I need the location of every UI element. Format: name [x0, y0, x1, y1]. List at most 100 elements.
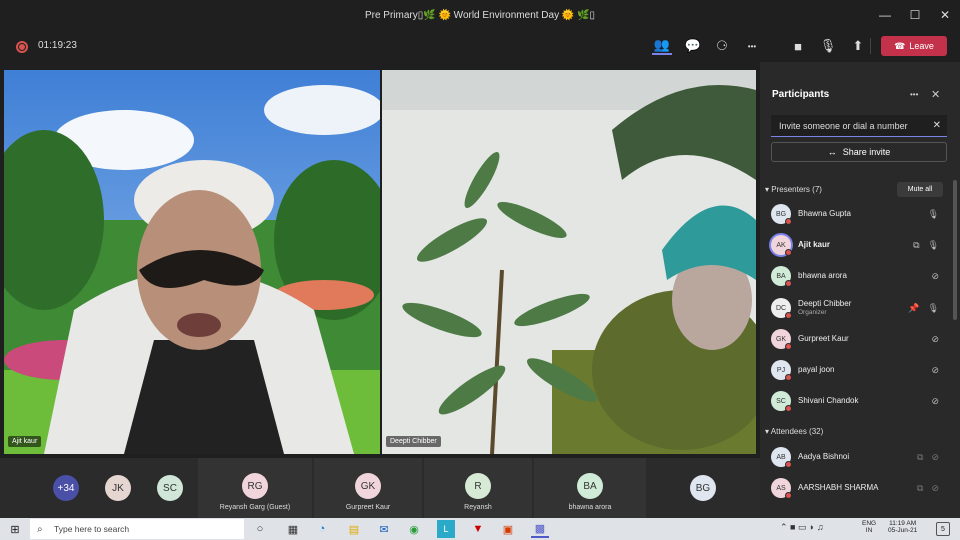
- mail-icon[interactable]: ✉: [375, 520, 393, 538]
- more-actions-icon[interactable]: •••: [742, 37, 762, 55]
- mic-icon: 🎙: [927, 208, 939, 219]
- participant-tile[interactable]: BG: [690, 475, 716, 501]
- task-view-icon[interactable]: ○: [251, 520, 269, 538]
- share-invite-button[interactable]: ↔ Share invite: [771, 142, 947, 162]
- mute-all-button[interactable]: Mute all: [897, 182, 943, 197]
- mic-muted-icon: ⊘: [931, 270, 939, 281]
- participant-tile[interactable]: BA bhawna arora: [534, 458, 646, 518]
- windows-start-icon[interactable]: ⊞: [6, 520, 24, 538]
- participant-role: Organizer: [798, 308, 827, 316]
- avatar: SC: [771, 391, 792, 412]
- video-name-label: Ajit kaur: [8, 436, 42, 447]
- avatar: +34: [53, 475, 79, 501]
- phone-icon: ☎: [894, 40, 906, 51]
- avatar: BG: [771, 204, 792, 225]
- search-placeholder: Type here to search: [54, 524, 130, 534]
- video-scene-plant: [382, 70, 756, 454]
- share-invite-label: Share invite: [842, 147, 891, 157]
- avatar: PJ: [771, 360, 792, 381]
- language-indicator[interactable]: ENG IN: [862, 520, 876, 535]
- participant-row[interactable]: BG Bhawna Gupta 🎙: [771, 201, 951, 227]
- participant-tile[interactable]: SC: [157, 475, 183, 501]
- participant-name: AARSHABH SHARMA: [798, 482, 879, 492]
- participant-name: Gurpreet Kaur: [798, 333, 849, 343]
- store-icon[interactable]: ▦: [284, 520, 302, 538]
- participant-row[interactable]: AB Aadya Bishnoi ⧉ ⊘: [771, 444, 951, 470]
- panel-scrollbar[interactable]: [953, 180, 957, 320]
- participant-tile[interactable]: GK Gurpreet Kaur: [314, 458, 422, 518]
- video-feed-deepti[interactable]: Deepti Chibber: [382, 70, 756, 454]
- avatar: BG: [690, 475, 716, 501]
- participant-tile[interactable]: R Reyansh: [424, 458, 532, 518]
- participant-name: bhawna arora: [798, 270, 847, 280]
- mic-icon[interactable]: 🎙: [818, 37, 838, 55]
- chat-icon[interactable]: 💬: [683, 37, 703, 55]
- title-bar: Pre Primary▯🌿 🌞 World Environment Day 🌞 …: [0, 0, 960, 30]
- avatar: BA: [577, 473, 603, 499]
- taskbar-search-input[interactable]: ⌕ Type here to search: [30, 519, 244, 539]
- presenters-header[interactable]: ▾ Presenters (7): [765, 185, 822, 194]
- leave-label: Leave: [909, 41, 934, 51]
- participant-name: Bhawna Gupta: [798, 208, 851, 218]
- video-feed-ajit[interactable]: Ajit kaur: [4, 70, 380, 454]
- avatar: AK: [771, 235, 792, 256]
- teams-icon[interactable]: ▩: [531, 520, 549, 538]
- participant-row[interactable]: AS AARSHABH SHARMA ⧉ ⊘: [771, 475, 951, 501]
- close-window-button[interactable]: ✕: [930, 0, 960, 30]
- participant-row[interactable]: AK Ajit kaur ⧉ 🎙: [771, 232, 951, 258]
- toolbar-divider: [870, 38, 871, 54]
- screen-share-icon: ⧉: [913, 239, 920, 250]
- people-icon[interactable]: 👥: [652, 37, 672, 55]
- participant-name: payal joon: [798, 364, 835, 374]
- mcafee-icon[interactable]: ▼: [469, 520, 487, 538]
- tile-name: Gurpreet Kaur: [345, 504, 391, 511]
- camera-icon[interactable]: ■: [788, 37, 808, 55]
- leave-button[interactable]: ☎ Leave: [881, 36, 947, 56]
- notification-center-icon[interactable]: 5: [936, 522, 950, 536]
- avatar: DC: [771, 298, 792, 319]
- participant-row[interactable]: SC Shivani Chandok ⊘: [771, 388, 951, 414]
- participant-tile[interactable]: JK: [105, 475, 131, 501]
- learning-app-icon[interactable]: L: [437, 520, 455, 538]
- panel-more-icon[interactable]: •••: [910, 90, 918, 99]
- maximize-button[interactable]: ☐: [900, 0, 930, 30]
- tile-name: Reyansh: [464, 504, 492, 511]
- participant-row[interactable]: PJ payal joon ⊘: [771, 357, 951, 383]
- chrome-icon[interactable]: ◉: [405, 520, 423, 538]
- participant-row[interactable]: BA bhawna arora ⊘: [771, 263, 951, 289]
- overflow-participants-button[interactable]: +34: [53, 475, 79, 501]
- clear-icon[interactable]: ✕: [933, 120, 941, 131]
- avatar: AB: [771, 447, 792, 468]
- participant-name: Ajit kaur: [798, 239, 831, 249]
- avatar: R: [465, 473, 491, 499]
- invite-input[interactable]: Invite someone or dial a number ✕: [771, 115, 947, 137]
- participant-row[interactable]: DC Deepti Chibber Organizer 📌 🎙: [771, 294, 951, 322]
- clock[interactable]: 11:19 AM 05-Jun-21: [888, 520, 917, 535]
- participant-name: Shivani Chandok: [798, 395, 859, 405]
- participant-tile[interactable]: RG Reyansh Garg (Guest): [198, 458, 312, 518]
- camera-off-icon: ⧉: [917, 451, 924, 462]
- attendees-header[interactable]: ▾ Attendees (32): [765, 427, 823, 436]
- office-icon[interactable]: ▣: [499, 520, 517, 538]
- mic-muted-icon: ⊘: [931, 364, 939, 375]
- mic-muted-icon: ⊘: [931, 451, 939, 462]
- panel-close-icon[interactable]: ✕: [931, 88, 940, 101]
- reactions-icon[interactable]: ⚆: [712, 37, 732, 55]
- participant-name: Aadya Bishnoi: [798, 451, 850, 461]
- mic-icon: 🎙: [927, 302, 939, 313]
- video-scene-garden: [4, 70, 380, 454]
- minimize-button[interactable]: —: [870, 0, 900, 30]
- tile-name: Reyansh Garg (Guest): [219, 504, 291, 511]
- mic-muted-icon: ⊘: [931, 482, 939, 493]
- camera-off-icon: ⧉: [917, 482, 924, 493]
- window-title: Pre Primary▯🌿 🌞 World Environment Day 🌞 …: [364, 9, 596, 21]
- edge-icon[interactable]: ◔: [313, 520, 331, 538]
- avatar: BA: [771, 266, 792, 287]
- avatar: GK: [771, 329, 792, 350]
- mic-icon: 🎙: [927, 239, 939, 250]
- file-explorer-icon[interactable]: ▤: [345, 520, 363, 538]
- share-screen-icon[interactable]: ⬆: [848, 37, 868, 55]
- tray-icons[interactable]: ⌃ ■ ▭ ◗ ♫: [780, 522, 824, 533]
- mic-muted-icon: ⊘: [931, 333, 939, 344]
- participant-row[interactable]: GK Gurpreet Kaur ⊘: [771, 326, 951, 352]
